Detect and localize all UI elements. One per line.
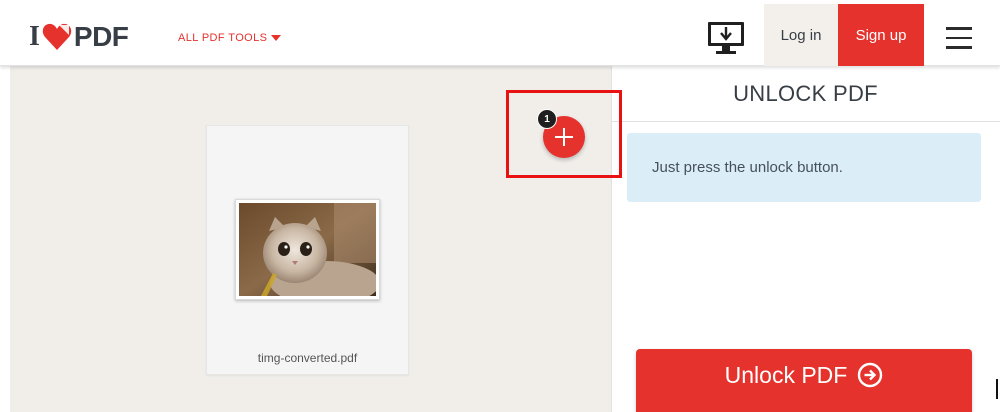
text-cursor-mark (996, 379, 998, 399)
unlock-pdf-button[interactable]: Unlock PDF (636, 349, 972, 412)
desktop-download-icon (708, 22, 744, 54)
cat-photo-thumbnail (239, 203, 376, 296)
unlock-pdf-button-label: Unlock PDF (724, 361, 848, 388)
logo-letter-i: I (29, 21, 40, 52)
caret-down-icon (271, 35, 282, 41)
info-message-text: Just press the unlock button. (652, 159, 843, 176)
heart-logo-icon (42, 23, 72, 50)
all-pdf-tools-menu[interactable]: ALL PDF TOOLS (178, 32, 282, 44)
file-thumbnail (235, 199, 380, 300)
file-name-label: timg-converted.pdf (257, 351, 358, 365)
info-message-box: Just press the unlock button. (627, 133, 981, 202)
signup-button[interactable]: Sign up (838, 4, 924, 66)
desktop-download-button[interactable] (706, 20, 746, 56)
ilovepdf-logo[interactable]: I PDF (29, 21, 129, 52)
all-pdf-tools-label: ALL PDF TOOLS (178, 32, 268, 44)
arrow-right-circle-icon (858, 362, 883, 388)
plus-icon-vertical (562, 128, 566, 146)
hamburger-menu-button[interactable] (946, 27, 972, 49)
sidebar-divider (611, 121, 1000, 122)
hamburger-menu-icon (946, 27, 972, 49)
login-button[interactable]: Log in (764, 4, 838, 66)
file-count-badge: 1 (537, 109, 557, 129)
logo-text-pdf: PDF (73, 21, 129, 52)
sidebar-title: UNLOCK PDF (733, 81, 878, 106)
